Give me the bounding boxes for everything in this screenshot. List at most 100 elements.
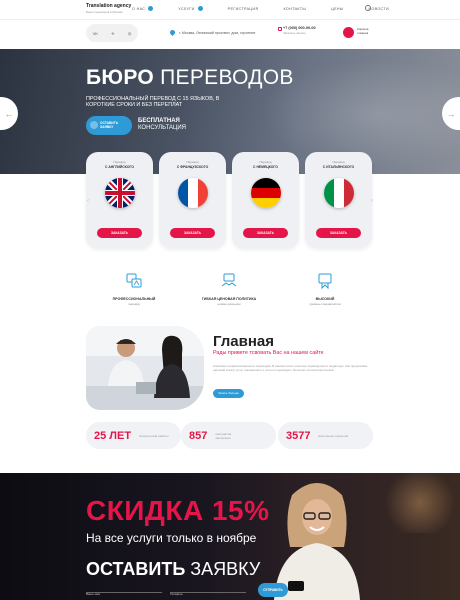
bokeh-glow — [380, 473, 460, 533]
address: г. Москва, Ленинский проспект, дом, стро… — [168, 28, 256, 37]
nav-item-contacts[interactable]: КОНТАКТЫ — [283, 6, 306, 11]
phone-icon — [278, 27, 282, 31]
phone-input-underline — [170, 592, 246, 593]
stat-years: 25 ЛЕТ безупречной работы — [86, 422, 181, 449]
language-badge-icon — [317, 273, 333, 290]
feature-title: ГИБКАЯ ЦЕНОВАЯ ПОЛИТИКА — [201, 297, 257, 301]
promo-cta-bold: ОСТАВИТЬ — [86, 559, 186, 579]
promo-cta-rest: ЗАЯВКУ — [190, 559, 261, 579]
nav-label: О НАС — [132, 6, 146, 11]
free-consultation-sub: КОНСУЛЬТАЦИЯ — [138, 125, 186, 131]
leave-request-button[interactable]: ОСТАВИТЬ ЗАЯВКУ — [86, 116, 132, 135]
card-prefix: Перевод — [113, 160, 126, 164]
language-card-italian[interactable]: Перевод С ИТАЛЬЯНСКОГО ЗАКАЗАТЬ — [305, 152, 372, 248]
dropdown-icon — [197, 6, 203, 11]
cart-icon[interactable] — [343, 27, 354, 38]
nav-label: УСЛУГИ — [178, 6, 195, 11]
cards-prev-arrow-icon[interactable]: ‹ — [84, 197, 92, 205]
name-input-underline — [86, 592, 162, 593]
handshake-icon — [221, 273, 237, 289]
cart-label[interactable]: Корзина товаров — [357, 27, 371, 35]
promo-cta: ОСТАВИТЬ ЗАЯВКУ — [86, 559, 260, 580]
card-prefix: Перевод — [332, 160, 345, 164]
cards-next-arrow-icon[interactable]: › — [368, 197, 376, 205]
nav-label: ЦЕНЫ — [331, 6, 344, 11]
instagram-icon[interactable]: ◎ — [128, 31, 132, 36]
nav-item-news[interactable]: НОВОСТИ — [368, 6, 389, 11]
promo-title: СКИДКА 15% — [86, 495, 270, 526]
stat-label: контрактов заключено — [215, 431, 232, 440]
callback-link[interactable]: Заказать звонок — [283, 31, 316, 35]
woman-with-phone-photo — [274, 483, 360, 600]
promo-banner: СКИДКА 15% На все услуги только в ноябре… — [0, 473, 460, 600]
brand-name: Translation agency — [86, 3, 132, 9]
feature-title: ПРОФЕССИОНАЛЬНЫЙ — [112, 297, 156, 301]
nav-item-services[interactable]: УСЛУГИ — [178, 6, 203, 11]
learn-more-button[interactable]: Узнать больше — [213, 389, 244, 398]
feature-desc: перевод — [128, 302, 140, 306]
language-card-french[interactable]: Перевод С ФРАНЦУЗСКОГО ЗАКАЗАТЬ — [159, 152, 226, 248]
social-links: VK ✈ ◎ — [86, 24, 138, 42]
main-menu: О НАС УСЛУГИ РЕГИСТРАЦИЯ КОНТАКТЫ ЦЕНЫ Н… — [132, 6, 414, 11]
stat-number: 25 ЛЕТ — [94, 429, 132, 442]
phone-block[interactable]: +7 (000) 000-00-00 Заказать звонок — [278, 26, 316, 35]
promo-subtitle: На все услуги только в ноябре — [86, 531, 257, 545]
card-language: С ИТАЛЬЯНСКОГО — [322, 165, 355, 169]
language-cards: Перевод С АНГЛИЙСКОГО ЗАКАЗАТЬ Перевод С… — [86, 152, 374, 248]
feature-desc: уровень специалистов — [309, 302, 341, 306]
stat-contracts: 857 контрактов заключено — [181, 422, 276, 449]
search-icon[interactable] — [365, 5, 371, 11]
nav-label: РЕГИСТРАЦИЯ — [227, 6, 259, 11]
language-card-english[interactable]: Перевод С АНГЛИЙСКОГО ЗАКАЗАТЬ — [86, 152, 153, 248]
stat-number: 3577 — [286, 429, 311, 442]
hero-title-bold: БЮРО — [86, 66, 155, 89]
telegram-icon[interactable]: ✈ — [111, 31, 114, 36]
brand-logo[interactable]: Translation agency Бюро переводов в Моск… — [86, 3, 131, 14]
hero-subtitle: ПРОФЕССИОНАЛЬНЫЙ ПЕРЕВОД С 15 ЯЗЫКОВ, В … — [86, 96, 220, 109]
uk-flag-icon — [105, 178, 135, 208]
stat-label: безупречной работы — [139, 433, 169, 438]
about-text: Компания профессиональных переводов. В н… — [213, 364, 368, 373]
feature-flexible-pricing: ГИБКАЯ ЦЕНОВАЯ ПОЛИТИКА низкие расценки — [184, 273, 274, 306]
submit-button[interactable]: ОТПРАВИТЬ — [258, 583, 288, 597]
contact-bar: VK ✈ ◎ г. Москва, Ленинский проспект, до… — [0, 20, 460, 48]
stat-label: выполнено проектов — [318, 433, 349, 438]
translate-icon — [126, 273, 142, 289]
dropdown-icon — [148, 6, 154, 11]
about-photo — [86, 326, 204, 410]
hero-title: БЮРО ПЕРЕВОДОВ — [86, 66, 294, 90]
feature-desc: низкие расценки — [217, 302, 241, 306]
order-button[interactable]: ЗАКАЗАТЬ — [243, 228, 288, 238]
stat-projects: 3577 выполнено проектов — [278, 422, 373, 449]
order-button[interactable]: ЗАКАЗАТЬ — [97, 228, 142, 238]
germany-flag-icon — [251, 178, 281, 208]
brand-tagline: Бюро переводов в Москве — [86, 10, 123, 14]
france-flag-icon — [178, 178, 208, 208]
italy-flag-icon — [324, 178, 354, 208]
card-prefix: Перевод — [186, 160, 199, 164]
nav-item-prices[interactable]: ЦЕНЫ — [331, 6, 343, 11]
nav-item-about[interactable]: О НАС — [132, 6, 154, 11]
language-card-german[interactable]: Перевод С НЕМЕЦКОГО ЗАКАЗАТЬ — [232, 152, 299, 248]
stat-number: 857 — [189, 429, 208, 442]
nav-label: КОНТАКТЫ — [283, 6, 307, 11]
nav-label: НОВОСТИ — [368, 6, 390, 11]
free-consultation-title: БЕСПЛАТНАЯ — [138, 118, 180, 124]
nav-item-registration[interactable]: РЕГИСТРАЦИЯ — [228, 6, 259, 11]
feature-high-level: ВЫСОКИЙ уровень специалистов — [280, 273, 370, 306]
about-subtitle: Рады привете тсвовать Вас на нашем сайте — [213, 350, 324, 356]
order-button[interactable]: ЗАКАЗАТЬ — [316, 228, 361, 238]
address-text: г. Москва, Ленинский проспект, дом, стро… — [179, 30, 256, 35]
top-navigation: Translation agency Бюро переводов в Моск… — [0, 0, 460, 20]
order-button[interactable]: ЗАКАЗАТЬ — [170, 228, 215, 238]
phone-number[interactable]: +7 (000) 000-00-00 — [283, 26, 316, 30]
free-consultation: БЕСПЛАТНАЯ КОНСУЛЬТАЦИЯ — [138, 118, 186, 132]
button-label: ОСТАВИТЬ ЗАЯВКУ — [100, 120, 119, 129]
card-prefix: Перевод — [259, 160, 272, 164]
card-language: С ФРАНЦУЗСКОГО — [176, 165, 209, 169]
hero-title-rest: ПЕРЕВОДОВ — [160, 66, 294, 89]
feature-professional: ПРОФЕССИОНАЛЬНЫЙ перевод — [89, 273, 179, 306]
card-language: С НЕМЕЦКОГО — [253, 165, 278, 169]
about-title: Главная — [213, 333, 275, 350]
vk-icon[interactable]: VK — [93, 31, 98, 36]
